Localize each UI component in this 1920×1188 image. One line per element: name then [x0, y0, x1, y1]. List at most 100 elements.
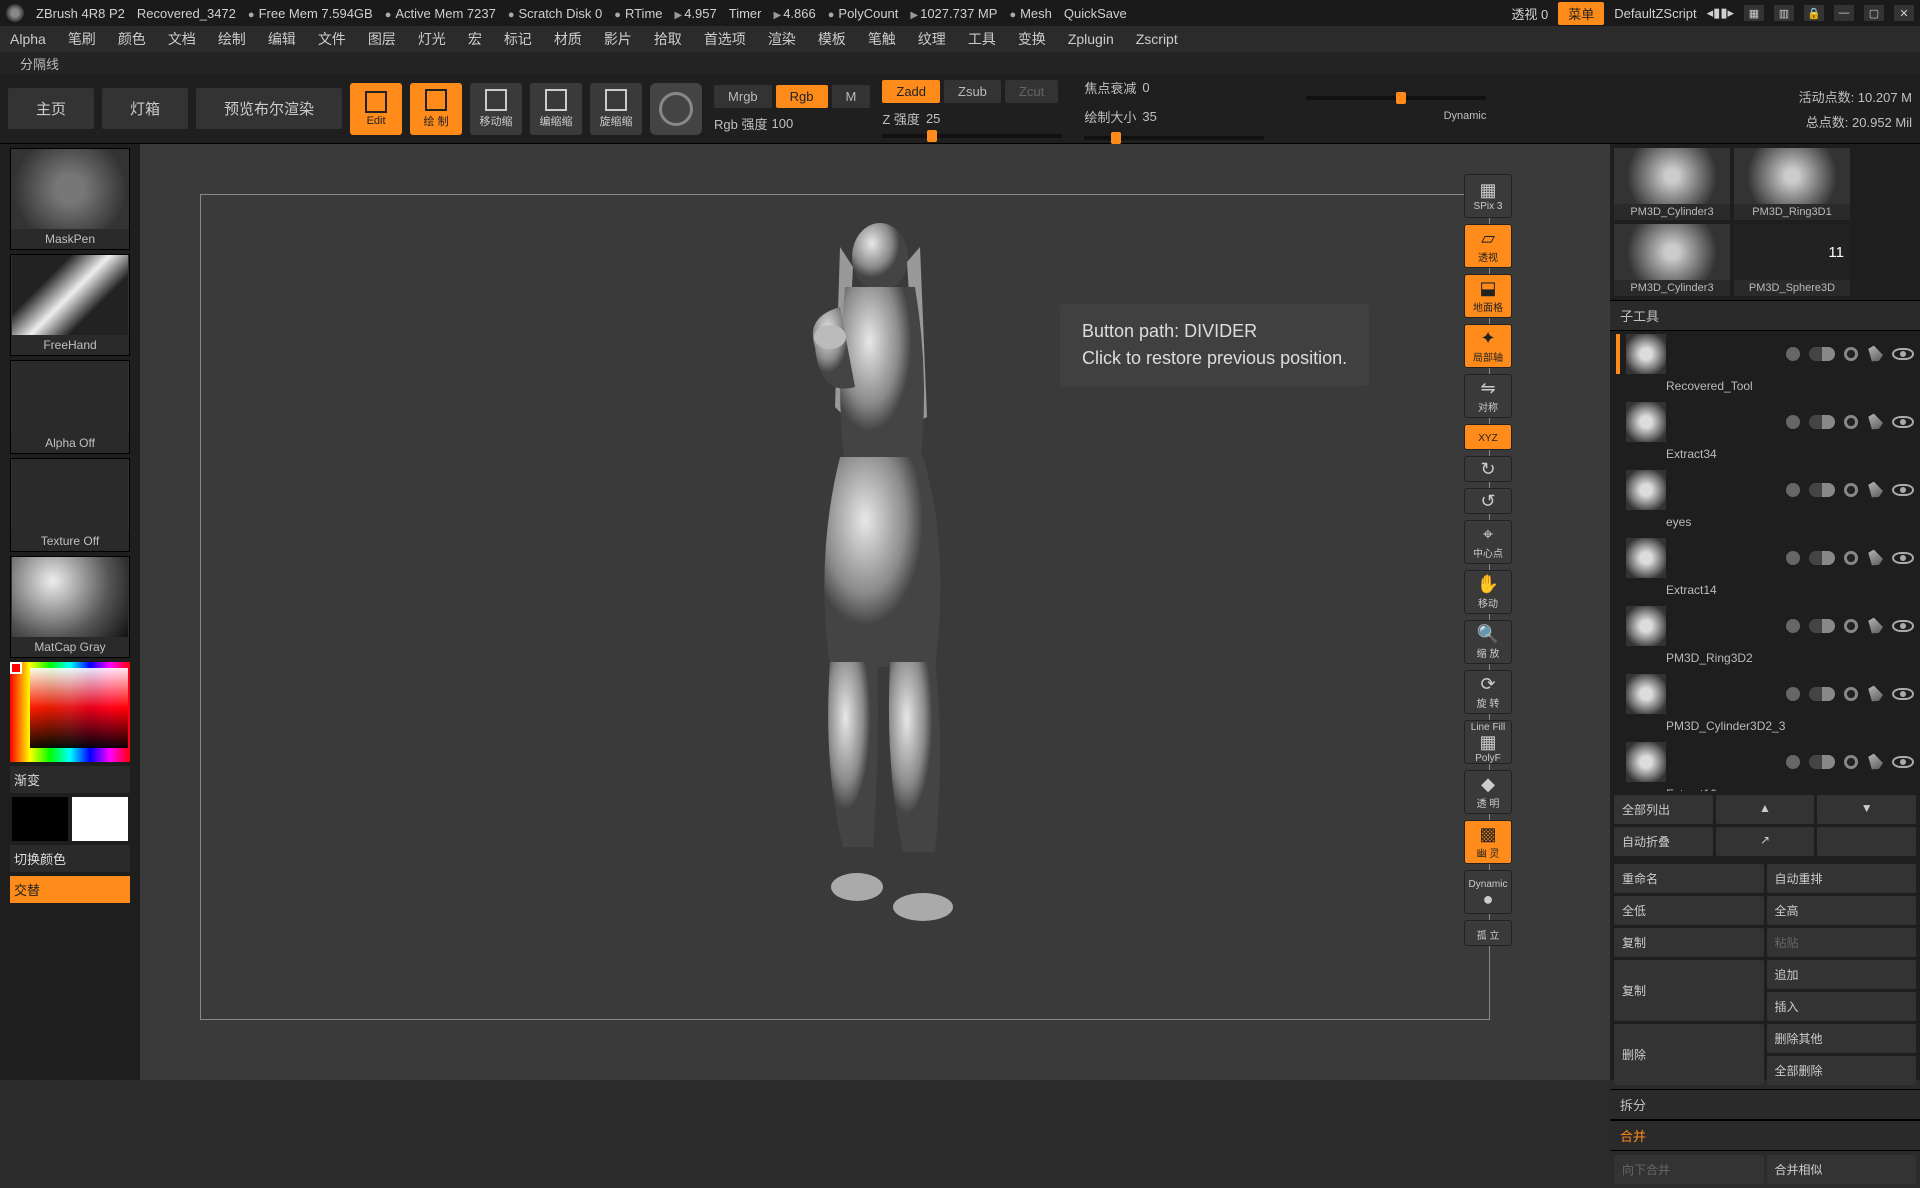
menu-texture[interactable]: 纹理	[918, 29, 946, 49]
delete-all-button[interactable]: 全部删除	[1767, 1056, 1917, 1085]
menu-toggle[interactable]: 菜单	[1558, 2, 1604, 25]
polypaint-toggle-icon[interactable]	[1809, 755, 1835, 769]
zoom-nav-button[interactable]: 🔍缩 放	[1464, 620, 1512, 664]
delete-button[interactable]: 删除	[1614, 1024, 1764, 1085]
lightbox-tab[interactable]: 灯箱	[102, 88, 188, 129]
menu-render[interactable]: 渲染	[768, 29, 796, 49]
arrows-icon[interactable]: ◂▮▮▸	[1707, 5, 1734, 21]
maximize-icon[interactable]: ▢	[1864, 5, 1884, 21]
switch-color[interactable]: 切换颜色	[10, 845, 130, 872]
zadd-chip[interactable]: Zadd	[882, 80, 940, 103]
drawsize-slider[interactable]	[1084, 136, 1264, 140]
menu-preferences[interactable]: 首选项	[704, 29, 746, 49]
eye-icon[interactable]	[1892, 348, 1914, 360]
merge-header[interactable]: 合并	[1610, 1120, 1920, 1151]
list-all-button[interactable]: 全部列出	[1614, 795, 1713, 824]
polypaint-toggle-icon[interactable]	[1809, 551, 1835, 565]
brush-icon[interactable]	[1864, 479, 1886, 501]
menu-draw[interactable]: 绘制	[218, 29, 246, 49]
brush-icon[interactable]	[1864, 547, 1886, 569]
swatch-secondary[interactable]	[72, 797, 128, 841]
brush-icon[interactable]	[1864, 683, 1886, 705]
alpha-tile[interactable]: Alpha Off	[10, 360, 130, 454]
paste-button[interactable]: 粘贴	[1767, 928, 1917, 957]
merge-down-button[interactable]: 向下合并	[1614, 1155, 1764, 1184]
material-tile[interactable]: MatCap Gray	[10, 556, 130, 658]
subtool-row[interactable]	[1610, 739, 1920, 785]
menu-stroke[interactable]: 笔触	[868, 29, 896, 49]
mesh-vis-icon[interactable]	[1786, 687, 1800, 701]
xyz-button[interactable]: XYZ	[1464, 424, 1512, 450]
menu-brush[interactable]: 笔刷	[68, 29, 96, 49]
solo-button[interactable]: 孤 立	[1464, 920, 1512, 946]
menu-tool[interactable]: 工具	[968, 29, 996, 49]
subtool-row[interactable]	[1610, 331, 1920, 377]
layout2-icon[interactable]: ▥	[1774, 5, 1794, 21]
menu-picker[interactable]: 拾取	[654, 29, 682, 49]
auto-collapse-button[interactable]: 自动折叠	[1614, 827, 1713, 856]
rot2-button[interactable]: ↺	[1464, 488, 1512, 514]
rgb-intensity-value[interactable]: 100	[772, 116, 794, 131]
menu-macro[interactable]: 宏	[468, 29, 482, 49]
eye-icon[interactable]	[1892, 620, 1914, 632]
mesh-vis-icon[interactable]	[1786, 551, 1800, 565]
symmetry-button[interactable]: ⇋对称	[1464, 374, 1512, 418]
m-chip[interactable]: M	[832, 85, 871, 108]
eye-icon[interactable]	[1892, 688, 1914, 700]
merge-similar-button[interactable]: 合并相似	[1767, 1155, 1917, 1184]
polypaint-toggle-icon[interactable]	[1809, 619, 1835, 633]
color-picker[interactable]	[10, 662, 130, 762]
mesh-vis-icon[interactable]	[1786, 483, 1800, 497]
menu-alpha[interactable]: Alpha	[10, 31, 46, 47]
subtool-row[interactable]	[1610, 467, 1920, 513]
localsym-button[interactable]: ✦局部轴	[1464, 324, 1512, 368]
eye-icon[interactable]	[1892, 552, 1914, 564]
menu-zplugin[interactable]: Zplugin	[1068, 31, 1114, 47]
move-up-button[interactable]: ▲	[1716, 795, 1815, 824]
brush-tile[interactable]: MaskPen	[10, 148, 130, 250]
mesh-vis-icon[interactable]	[1786, 347, 1800, 361]
menu-zscript[interactable]: Zscript	[1136, 31, 1178, 47]
mesh-vis-icon[interactable]	[1786, 415, 1800, 429]
subtool-row[interactable]	[1610, 399, 1920, 445]
tool-thumb[interactable]: PM3D_Cylinder3	[1614, 224, 1730, 296]
menu-color[interactable]: 颜色	[118, 29, 146, 49]
boolean-mode-icon[interactable]	[1844, 687, 1858, 701]
mrgb-chip[interactable]: Mrgb	[714, 85, 772, 108]
minimize-icon[interactable]: —	[1834, 5, 1854, 21]
subtool-row[interactable]	[1610, 603, 1920, 649]
close-icon[interactable]: ✕	[1894, 5, 1914, 21]
rename-button[interactable]: 重命名	[1614, 864, 1764, 893]
brush-icon[interactable]	[1864, 751, 1886, 773]
menu-layer[interactable]: 图层	[368, 29, 396, 49]
alternate-toggle[interactable]: 交替	[10, 876, 130, 903]
color-handle-icon[interactable]	[10, 662, 22, 674]
menu-marker[interactable]: 标记	[504, 29, 532, 49]
menu-document[interactable]: 文档	[168, 29, 196, 49]
move-down-button[interactable]: ▼	[1817, 795, 1916, 824]
polypaint-toggle-icon[interactable]	[1809, 687, 1835, 701]
eye-icon[interactable]	[1892, 416, 1914, 428]
append-button[interactable]: 追加	[1767, 960, 1917, 989]
mesh-vis-icon[interactable]	[1786, 619, 1800, 633]
transparent-button[interactable]: ◆透 明	[1464, 770, 1512, 814]
persp-button[interactable]: ▱透视	[1464, 224, 1512, 268]
polypaint-toggle-icon[interactable]	[1809, 415, 1835, 429]
swatch-main[interactable]	[12, 797, 68, 841]
rot1-button[interactable]: ↻	[1464, 456, 1512, 482]
center-button[interactable]: ⌖中心点	[1464, 520, 1512, 564]
menu-file[interactable]: 文件	[318, 29, 346, 49]
home-tab[interactable]: 主页	[8, 88, 94, 129]
polypaint-toggle-icon[interactable]	[1809, 347, 1835, 361]
z-intensity-slider[interactable]	[882, 134, 1062, 138]
default-zscript[interactable]: DefaultZScript	[1614, 6, 1696, 21]
drawsize-value[interactable]: 35	[1142, 109, 1156, 124]
scale-mode-button[interactable]: 编缩缩	[530, 83, 582, 135]
divider-title[interactable]: 分隔线	[0, 52, 1920, 74]
brush-icon[interactable]	[1864, 343, 1886, 365]
mesh-vis-icon[interactable]	[1786, 755, 1800, 769]
boolean-mode-icon[interactable]	[1844, 755, 1858, 769]
insert-button[interactable]: 插入	[1767, 992, 1917, 1021]
zcut-chip[interactable]: Zcut	[1005, 80, 1058, 103]
blank-button[interactable]	[1817, 827, 1916, 856]
